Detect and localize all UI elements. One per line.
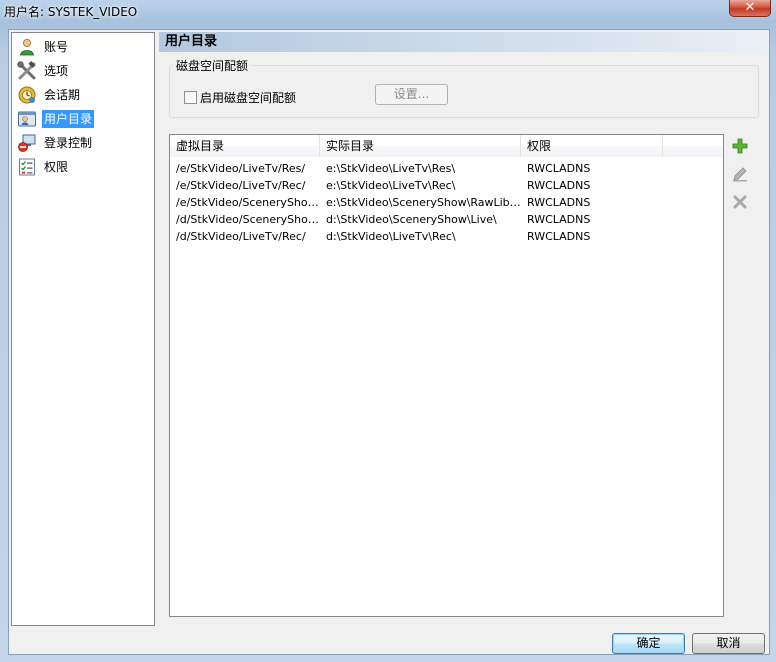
cell-permissions: RWCLADNS: [527, 213, 591, 226]
cell-virtual-dir: /e/StkVideo/LiveTv/Rec/: [176, 179, 306, 192]
enable-quota-label: 启用磁盘空间配额: [200, 91, 297, 105]
cell-virtual-dir: /e/StkVideo/LiveTv/Res/: [176, 162, 306, 175]
nav-item-label: 会话期: [44, 88, 81, 102]
title-bar[interactable]: 用户名: SYSTEK_VIDEO ✕: [0, 0, 776, 22]
cell-actual-dir: d:\StkVideo\SceneryShow\Live\: [326, 213, 497, 226]
cell-virtual-dir: /d/StkVideo/LiveTv/Rec/: [176, 230, 306, 243]
nav-item-label: 登录控制: [44, 136, 93, 150]
tools-icon: [16, 60, 38, 82]
session-icon: [16, 84, 38, 106]
table-row[interactable]: /e/StkVideo/SceneryShow... e:\StkVideo\S…: [170, 194, 723, 211]
dialog-window: 用户名: SYSTEK_VIDEO ✕ 账号 选项 会话期 用户目录 登录控制 …: [0, 0, 776, 662]
quota-settings-button[interactable]: 设置...: [375, 84, 448, 105]
column-header-filler: [663, 135, 723, 157]
close-icon: ✕: [744, 0, 756, 15]
login-control-icon: [16, 132, 38, 154]
directory-table[interactable]: 虚拟目录 实际目录 权限 /e/StkVideo/LiveTv/Res/ e:\…: [169, 134, 724, 617]
delete-directory-button[interactable]: [731, 194, 749, 212]
folder-user-icon: [16, 108, 38, 130]
table-header: 虚拟目录 实际目录 权限: [170, 135, 723, 157]
enable-quota-checkbox-row[interactable]: 启用磁盘空间配额: [184, 89, 296, 106]
cell-actual-dir: d:\StkVideo\LiveTv\Rec\: [326, 230, 456, 243]
edit-icon: [732, 166, 748, 185]
table-row[interactable]: /d/StkVideo/LiveTv/Rec/ d:\StkVideo\Live…: [170, 228, 723, 245]
permissions-icon: [16, 156, 38, 178]
cell-virtual-dir: /d/StkVideo/SceneryShow...: [176, 213, 320, 226]
dialog-client-area: 账号 选项 会话期 用户目录 登录控制 权限 用户目录 磁盘空间配额 启用磁盘空…: [8, 29, 770, 655]
nav-item-label: 账号: [44, 40, 69, 54]
nav-item-account[interactable]: 账号: [16, 36, 70, 58]
edit-directory-button[interactable]: [731, 166, 749, 184]
cell-permissions: RWCLADNS: [527, 162, 591, 175]
close-button[interactable]: ✕: [729, 0, 771, 17]
page-title: 用户目录: [159, 32, 767, 52]
column-header-virtual-dir[interactable]: 虚拟目录: [170, 135, 320, 157]
disk-quota-group-title: 磁盘空间配额: [173, 57, 252, 74]
enable-quota-checkbox[interactable]: [184, 91, 197, 104]
cell-virtual-dir: /e/StkVideo/SceneryShow...: [176, 196, 320, 209]
table-row[interactable]: /d/StkVideo/SceneryShow... d:\StkVideo\S…: [170, 211, 723, 228]
nav-item-session[interactable]: 会话期: [16, 84, 82, 106]
nav-item-user-directory[interactable]: 用户目录: [16, 108, 95, 130]
nav-item-label: 用户目录: [42, 110, 95, 128]
cell-actual-dir: e:\StkVideo\SceneryShow\RawLib\...: [326, 196, 521, 209]
ok-button[interactable]: 确定: [612, 633, 685, 654]
category-nav: 账号 选项 会话期 用户目录 登录控制 权限: [11, 32, 155, 626]
cell-permissions: RWCLADNS: [527, 230, 591, 243]
window-title: 用户名: SYSTEK_VIDEO: [4, 5, 138, 19]
cell-actual-dir: e:\StkVideo\LiveTv\Rec\: [326, 179, 456, 192]
user-icon: [16, 36, 38, 58]
nav-item-permissions[interactable]: 权限: [16, 156, 70, 178]
column-header-permissions[interactable]: 权限: [521, 135, 663, 157]
add-directory-button[interactable]: [731, 138, 749, 156]
cell-permissions: RWCLADNS: [527, 196, 591, 209]
nav-item-label: 选项: [44, 64, 69, 78]
table-row[interactable]: /e/StkVideo/LiveTv/Res/ e:\StkVideo\Live…: [170, 160, 723, 177]
nav-item-login-control[interactable]: 登录控制: [16, 132, 94, 154]
cancel-button[interactable]: 取消: [692, 633, 765, 654]
cell-actual-dir: e:\StkVideo\LiveTv\Res\: [326, 162, 456, 175]
nav-item-options[interactable]: 选项: [16, 60, 70, 82]
delete-icon: [733, 195, 747, 212]
column-header-actual-dir[interactable]: 实际目录: [320, 135, 521, 157]
nav-item-label: 权限: [44, 160, 69, 174]
add-icon: [732, 138, 748, 157]
table-row[interactable]: /e/StkVideo/LiveTv/Rec/ e:\StkVideo\Live…: [170, 177, 723, 194]
cell-permissions: RWCLADNS: [527, 179, 591, 192]
